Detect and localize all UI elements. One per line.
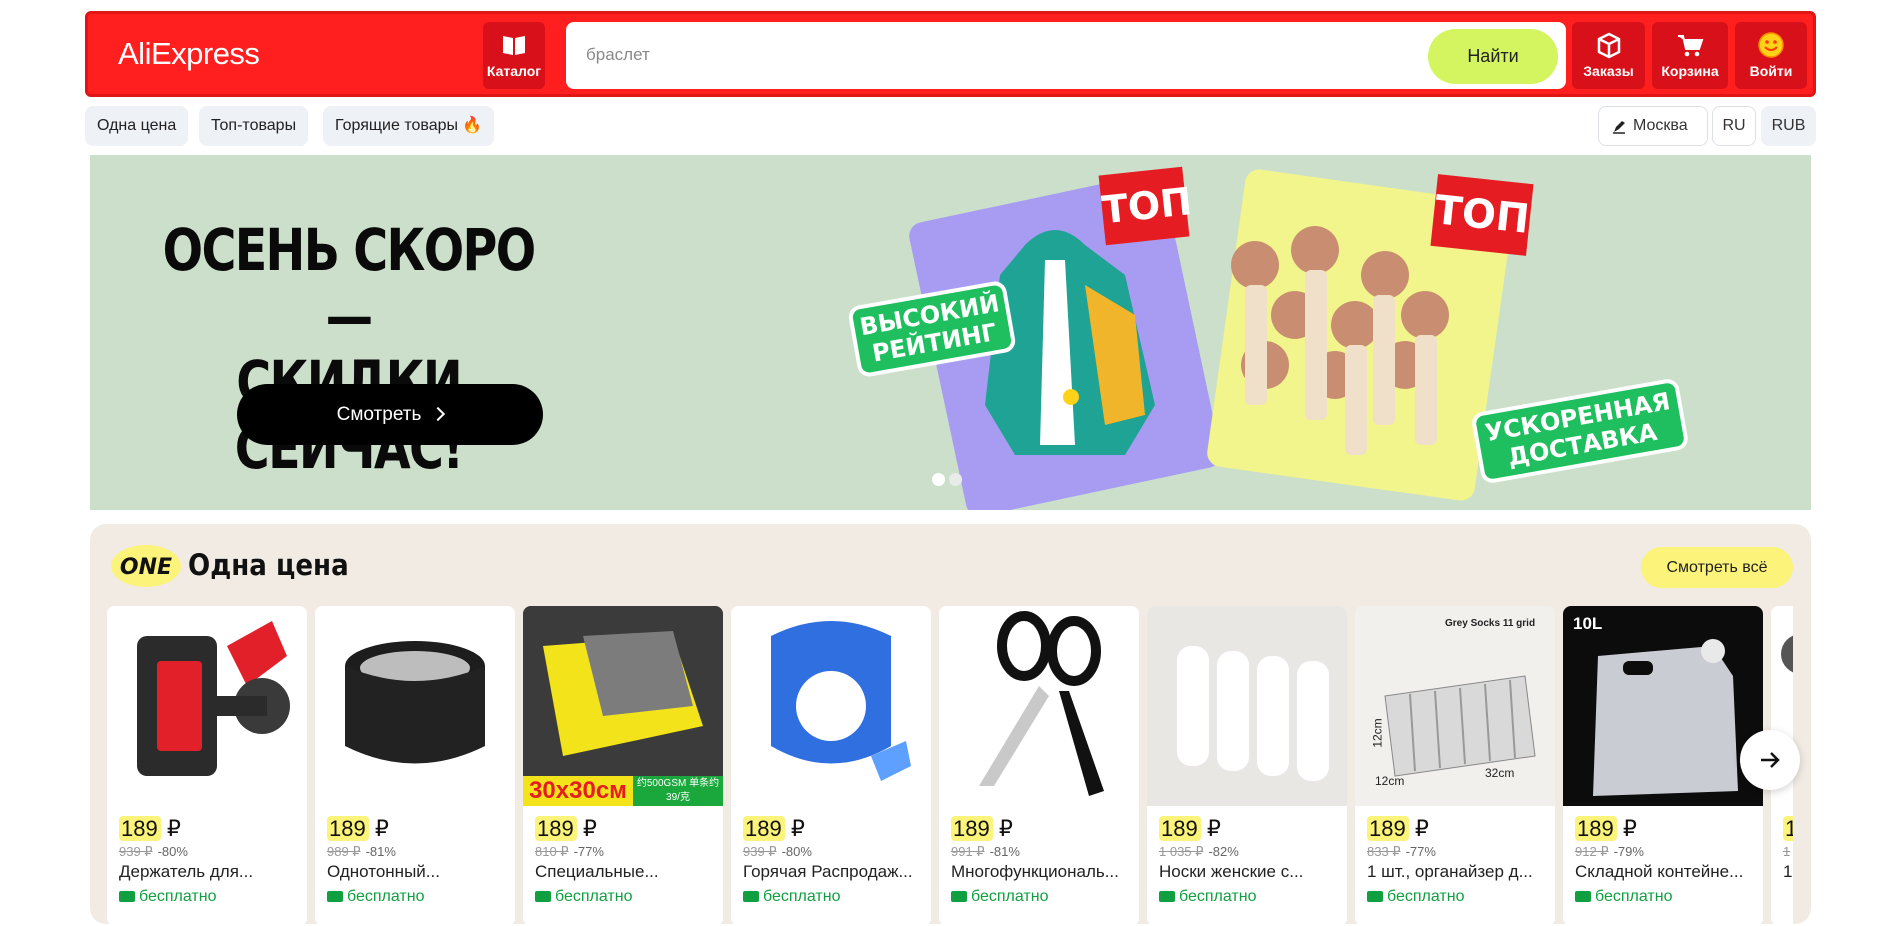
city-label: Москва <box>1633 117 1688 134</box>
water-bag-image: 10L <box>1563 606 1763 806</box>
product-card[interactable]: Grey Socks 11 grid 12cm 12cm 32cm 189 ₽ … <box>1355 606 1555 926</box>
header-bar: AliExpress Каталог Найти Заказы Корзина … <box>85 11 1816 97</box>
size-label: 30x30см <box>523 776 633 806</box>
chip-one-price[interactable]: Одна цена <box>85 106 189 146</box>
product-card[interactable]: 189 ₽ 939 ₽ -80% Держатель для... бесплат… <box>107 606 307 926</box>
product-card[interactable]: 189 ₽ 989 ₽ -81% Однотонный... бесплатно <box>315 606 515 926</box>
phone-holder-image <box>107 606 307 806</box>
top-badge-1: ТОП <box>1098 166 1194 246</box>
svg-text:ONE: ONE <box>120 555 172 580</box>
organizer-depth-label: 12cm <box>1375 774 1405 788</box>
cart-button[interactable]: Корзина <box>1652 22 1728 89</box>
product-card[interactable]: 189 ₽ 1 035 ₽ -82% Носки женские с... бес… <box>1147 606 1347 926</box>
microfiber-towel-image: 30x30см 约500GSM 单条约39/克 <box>523 606 723 806</box>
carousel-dot-1[interactable] <box>932 473 945 486</box>
search-input[interactable] <box>586 40 1406 70</box>
carousel-next-button[interactable] <box>1740 730 1800 790</box>
truck-icon <box>1367 891 1383 902</box>
product-name: Складной контейне... <box>1575 862 1744 881</box>
truck-icon <box>1159 891 1175 902</box>
product-name: Специальные... <box>535 862 659 881</box>
volume-label: 10L <box>1573 614 1603 633</box>
catalog-button[interactable]: Каталог <box>483 22 545 89</box>
carousel-dots <box>932 473 966 491</box>
smiley-icon <box>1758 32 1784 58</box>
neck-warmer-image <box>315 606 515 806</box>
catalog-label: Каталог <box>486 63 542 79</box>
top-badge-2: ТОП <box>1430 174 1534 256</box>
aliexpress-logo[interactable]: AliExpress <box>118 36 260 72</box>
truck-icon <box>535 891 551 902</box>
water-bag-artwork <box>1593 639 1738 796</box>
login-label: Войти <box>1749 63 1793 79</box>
truck-icon <box>327 891 343 902</box>
product-card[interactable]: 30x30см 约500GSM 单条约39/克 189 ₽ 810 ₽ -77% … <box>523 606 723 926</box>
box-icon <box>1597 32 1620 59</box>
truck-icon <box>743 891 759 902</box>
one-logo: ONE <box>111 545 181 587</box>
product-name: Носки женские с... <box>1159 862 1304 881</box>
search-bar: Найти <box>566 22 1566 89</box>
product-name: Горячая Распродаж... <box>743 862 913 881</box>
product-card[interactable]: 189 ₽ 939 ₽ -80% Горячая Распродаж... бес… <box>731 606 931 926</box>
orders-button[interactable]: Заказы <box>1572 22 1645 89</box>
section-title: Одна цена <box>188 548 349 582</box>
organizer-width-label: 32cm <box>1485 766 1515 780</box>
socks-image <box>1147 606 1347 806</box>
promo-banner[interactable]: ОСЕНЬ СКОРО — СКИДКИ СЕЙЧАС! Смотреть ТО… <box>90 155 1811 510</box>
currency-selector[interactable]: RUB <box>1761 106 1816 146</box>
chip-hot-products[interactable]: Горящие товары 🔥 <box>323 106 495 146</box>
gsm-label: 约500GSM 单条约39/克 <box>633 776 723 806</box>
product-carousel: 189 ₽ 939 ₽ -80% Держатель для... бесплат… <box>107 606 1793 926</box>
one-price-section: ONE Одна цена Смотреть всё 189 ₽ 939 ₽ -8… <box>90 524 1811 926</box>
product-name: 10 <box>1783 862 1793 881</box>
scissors-image <box>939 606 1139 806</box>
product-card[interactable]: 10L 189 ₽ 912 ₽ -79% Складной контейне...… <box>1563 606 1763 926</box>
blue-cover-image <box>731 606 931 806</box>
chip-top-products[interactable]: Топ-товары <box>199 106 309 146</box>
book-icon <box>503 36 525 55</box>
product-name: Многофункциональ... <box>951 862 1119 881</box>
login-button[interactable]: Войти <box>1735 22 1807 89</box>
truck-icon <box>1575 891 1591 902</box>
banner-view-button[interactable]: Смотреть <box>237 384 543 445</box>
organizer-caption: Grey Socks 11 grid <box>1445 618 1536 629</box>
chevron-right-icon <box>431 406 446 421</box>
organizer-height-label: 12cm <box>1370 718 1385 748</box>
language-selector[interactable]: RU <box>1712 106 1756 146</box>
arrow-right-icon <box>1761 752 1780 768</box>
product-name: 1 шт., органайзер д... <box>1367 862 1533 881</box>
truck-icon <box>951 891 967 902</box>
orders-label: Заказы <box>1583 63 1634 79</box>
cart-icon <box>1678 35 1704 57</box>
product-name: Однотонный... <box>327 862 440 881</box>
truck-icon <box>119 891 135 902</box>
carousel-dot-2[interactable] <box>949 473 962 486</box>
cart-label: Корзина <box>1661 63 1719 79</box>
product-name: Держатель для... <box>119 862 254 881</box>
city-selector[interactable]: Москва <box>1598 106 1708 146</box>
product-card[interactable]: 189 ₽ 991 ₽ -81% Многофункциональ... бесп… <box>939 606 1139 926</box>
see-all-button[interactable]: Смотреть всё <box>1641 547 1793 588</box>
organizer-image: Grey Socks 11 grid 12cm 12cm 32cm <box>1355 606 1555 806</box>
location-pin-icon <box>1613 121 1625 134</box>
search-button[interactable]: Найти <box>1428 29 1558 84</box>
